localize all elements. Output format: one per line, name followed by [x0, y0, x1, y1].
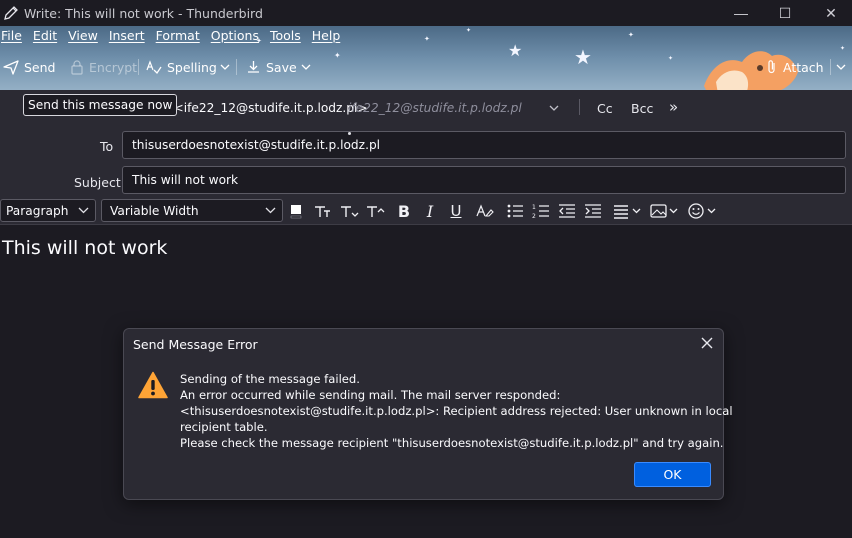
lock-icon [71, 60, 83, 75]
body-heading[interactable]: This will not work [2, 237, 167, 259]
alignment-icon[interactable] [613, 201, 643, 221]
menu-edit[interactable]: Edit [33, 28, 57, 48]
encrypt-label: Encrypt [89, 59, 138, 75]
cc-button[interactable]: Cc [597, 101, 613, 116]
format-toolbar: Paragraph Variable Width B I U 12 [0, 197, 852, 225]
emoji-icon[interactable] [688, 201, 718, 221]
indent-icon[interactable] [584, 201, 602, 221]
text-color-icon[interactable] [290, 201, 302, 221]
attach-label: Attach [783, 59, 824, 75]
chevron-down-icon [265, 207, 276, 214]
star-decoration: ✦ [466, 28, 472, 34]
spelling-button[interactable]: Spelling [146, 56, 217, 78]
from-field[interactable]: _12 <ife22_12@studife.it.p.lodz.pl> [148, 101, 368, 115]
star-decoration: ✦ [628, 32, 634, 39]
numbered-list-icon[interactable]: 12 [532, 201, 550, 221]
toolbar-separator [830, 59, 831, 75]
recipient-indicator [348, 132, 351, 135]
spellcheck-icon [146, 60, 162, 75]
maximize-button[interactable]: ☐ [762, 0, 808, 26]
dialog-message-line: Sending of the message failed. [180, 372, 360, 386]
send-tooltip: Send this message now [23, 94, 178, 116]
save-icon [248, 61, 259, 73]
font-size-icon[interactable] [340, 201, 360, 221]
window-titlebar: Write: This will not work - Thunderbird … [0, 0, 852, 26]
bcc-button[interactable]: Bcc [631, 101, 653, 116]
chevron-down-icon [836, 64, 846, 70]
to-recipient[interactable]: thisuserdoesnotexist@studife.it.p.lodz.p… [132, 138, 380, 152]
menu-format[interactable]: Format [156, 28, 200, 48]
menu-help[interactable]: Help [312, 28, 341, 48]
minimize-icon: — [734, 5, 748, 21]
subject-label: Subject [74, 175, 121, 190]
close-icon: ✕ [825, 4, 837, 21]
insert-image-icon[interactable] [650, 201, 680, 221]
font-value: Variable Width [110, 204, 199, 218]
spelling-label: Spelling [167, 59, 217, 75]
close-window-button[interactable]: ✕ [808, 0, 852, 26]
header-separator [579, 99, 580, 115]
save-button[interactable]: Save [246, 56, 297, 78]
font-select[interactable]: Variable Width [101, 199, 283, 222]
menubar: File Edit View Insert Format Options Too… [0, 28, 351, 48]
toolbar-separator [138, 59, 139, 75]
menu-file[interactable]: File [1, 28, 22, 48]
dialog-title: Send Message Error [133, 337, 258, 352]
save-dropdown[interactable] [300, 56, 312, 78]
menu-view[interactable]: View [68, 28, 98, 48]
dialog-message: Sending of the message failed. An error … [180, 371, 733, 451]
font-size-increase-icon[interactable] [366, 201, 386, 221]
underline-icon[interactable]: U [448, 201, 464, 221]
close-icon[interactable] [699, 335, 715, 351]
chevron-down-icon [301, 64, 311, 70]
menu-options[interactable]: Options [211, 28, 259, 48]
subject-value[interactable]: This will not work [132, 173, 238, 187]
from-identity: ife22_12@studife.it.p.lodz.pl [348, 101, 522, 115]
clear-formatting-icon[interactable] [476, 201, 494, 221]
minimize-button[interactable]: — [718, 0, 764, 26]
send-error-dialog: Send Message Error Sending of the messag… [123, 328, 733, 500]
send-icon [3, 60, 19, 75]
dialog-message-line: Please check the message recipient "this… [180, 436, 724, 450]
ok-button[interactable]: OK [634, 462, 711, 487]
paperclip-icon [768, 60, 775, 74]
compose-toolbar: Send Encrypt Spelling Save Attach [0, 56, 852, 78]
spelling-dropdown[interactable] [219, 56, 231, 78]
to-label: To [100, 139, 114, 154]
attach-button[interactable]: Attach [766, 56, 824, 78]
paragraph-format-select[interactable]: Paragraph [0, 199, 96, 222]
attach-dropdown[interactable] [835, 56, 847, 78]
encrypt-button[interactable]: Encrypt [70, 56, 137, 78]
chevron-down-icon [220, 64, 230, 70]
font-size-decrease-icon[interactable] [314, 201, 332, 221]
italic-icon[interactable]: I [422, 201, 438, 221]
svg-text:1: 1 [532, 204, 536, 211]
dialog-message-line: recipient table. [180, 420, 268, 434]
menu-insert[interactable]: Insert [109, 28, 145, 48]
svg-text:2: 2 [532, 213, 536, 219]
chevron-down-icon[interactable] [548, 102, 560, 114]
maximize-icon: ☐ [778, 4, 792, 21]
warning-icon [138, 371, 168, 399]
send-button[interactable]: Send [3, 56, 55, 78]
dialog-message-line: <thisuserdoesnotexist@studife.it.p.lodz.… [180, 404, 733, 418]
bulleted-list-icon[interactable] [506, 201, 524, 221]
pencil-icon [4, 6, 18, 20]
toolbar-separator [236, 59, 237, 75]
save-label: Save [266, 59, 297, 75]
chevron-down-icon [78, 207, 89, 214]
paragraph-format-value: Paragraph [6, 204, 69, 218]
subject-field[interactable]: This will not work [122, 166, 846, 194]
send-label: Send [24, 59, 56, 75]
to-field[interactable]: thisuserdoesnotexist@studife.it.p.lodz.p… [122, 131, 846, 159]
bold-icon[interactable]: B [396, 201, 412, 221]
menu-tools[interactable]: Tools [270, 28, 301, 48]
window-title: Write: This will not work - Thunderbird [24, 6, 263, 21]
star-decoration: ✦ [840, 46, 846, 52]
more-addressing-icon[interactable]: » [669, 98, 678, 116]
outdent-icon[interactable] [558, 201, 576, 221]
star-decoration: ✦ [424, 36, 430, 43]
dialog-message-line: An error occurred while sending mail. Th… [180, 388, 561, 402]
